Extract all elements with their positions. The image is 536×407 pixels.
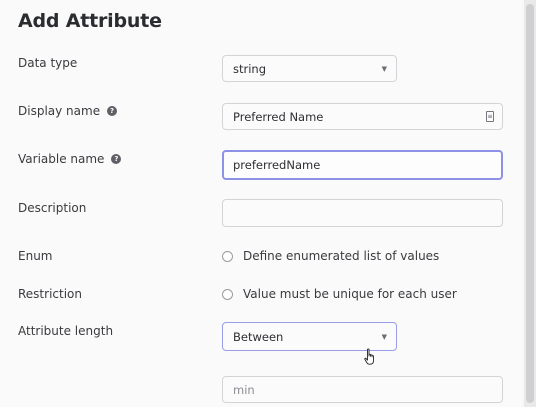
restriction-label-text: Restriction	[18, 287, 82, 301]
restriction-label: Restriction	[18, 287, 82, 301]
display-name-input[interactable]: Preferred Name ≡	[222, 103, 503, 130]
scrollbar-thumb[interactable]	[526, 4, 534, 403]
text-field-icon: ≡	[486, 111, 494, 122]
restriction-option[interactable]: Value must be unique for each user	[222, 287, 457, 301]
help-icon[interactable]: ?	[107, 106, 118, 116]
data-type-value: string	[233, 61, 267, 76]
restriction-option-text: Value must be unique for each user	[243, 287, 457, 301]
vertical-scrollbar[interactable]	[524, 0, 536, 407]
data-type-label: Data type	[18, 56, 77, 70]
variable-name-label: Variable name ?	[18, 152, 122, 166]
attribute-length-label: Attribute length	[18, 324, 113, 338]
display-name-value: Preferred Name	[233, 109, 324, 124]
variable-name-label-text: Variable name	[18, 152, 105, 166]
restriction-radio[interactable]	[222, 288, 233, 300]
min-placeholder: min	[233, 382, 255, 397]
description-input[interactable]	[222, 199, 503, 227]
attribute-length-value: Between	[233, 329, 284, 344]
variable-name-input[interactable]: preferredName	[222, 150, 503, 180]
attribute-length-label-text: Attribute length	[18, 324, 114, 338]
chevron-down-icon: ▼	[381, 332, 387, 341]
enum-option-text: Define enumerated list of values	[243, 249, 440, 263]
data-type-select[interactable]: string ▼	[222, 55, 397, 82]
page-title: Add Attribute	[18, 10, 162, 32]
variable-name-value: preferredName	[233, 158, 321, 172]
display-name-label: Display name ?	[18, 104, 118, 118]
enum-label-text: Enum	[18, 249, 53, 263]
add-attribute-panel: Add Attribute Data type string ▼ Display…	[0, 0, 522, 407]
help-icon[interactable]: ?	[111, 154, 122, 164]
min-input[interactable]: min	[222, 376, 503, 403]
display-name-label-text: Display name	[18, 104, 101, 118]
attribute-length-select[interactable]: Between ▼	[222, 322, 397, 351]
enum-radio[interactable]	[222, 250, 233, 262]
description-label: Description	[18, 201, 86, 215]
enum-option[interactable]: Define enumerated list of values	[222, 249, 439, 263]
description-label-text: Description	[18, 201, 87, 215]
pointer-hand-icon	[364, 348, 374, 365]
enum-label: Enum	[18, 249, 52, 263]
data-type-label-text: Data type	[18, 56, 78, 70]
chevron-down-icon: ▼	[381, 64, 387, 73]
